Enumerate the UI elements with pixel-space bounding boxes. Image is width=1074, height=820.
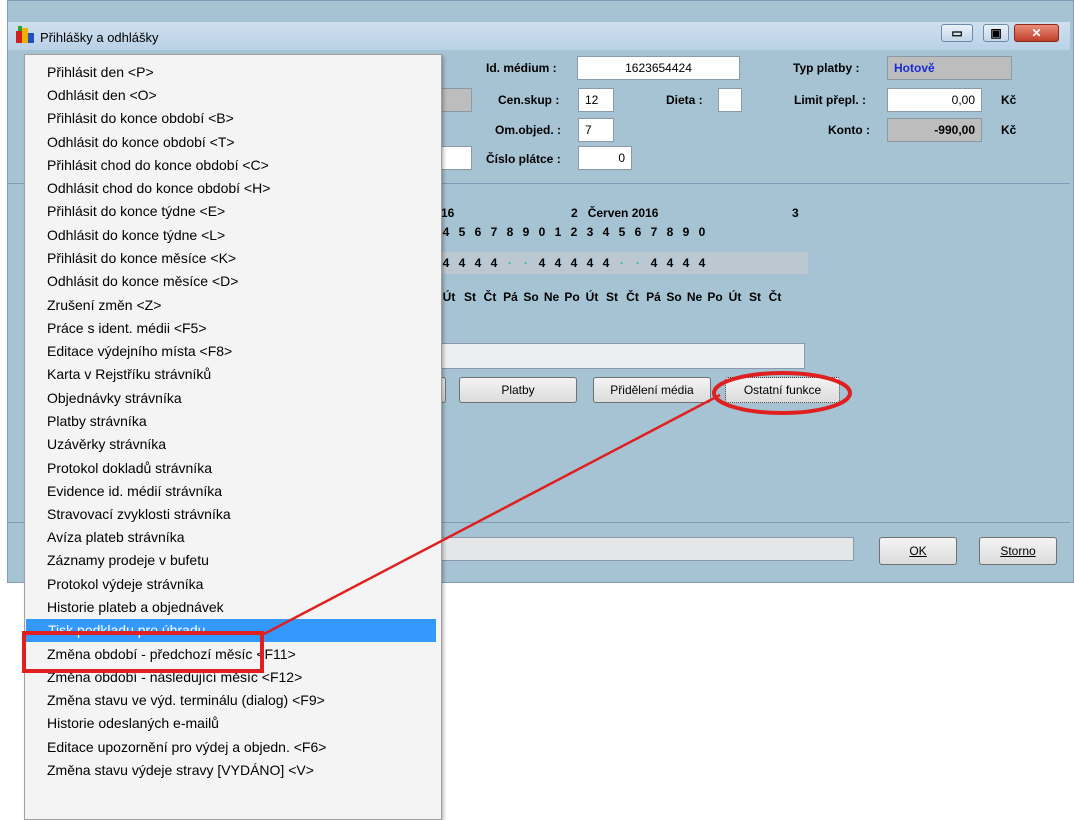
typ-platby-field[interactable]: Hotově — [887, 56, 1012, 80]
menu-item[interactable]: Karta v Rejstříku strávníků — [25, 363, 441, 386]
cislo-platce-label: Číslo plátce : — [486, 152, 561, 166]
calendar-header-row: 16 — [441, 206, 454, 220]
dieta-label: Dieta : — [666, 93, 703, 107]
menu-item[interactable]: Editace výdejního místa <F8> — [25, 340, 441, 363]
partial-field — [438, 88, 472, 112]
id-medium-label: Id. médium : — [486, 61, 557, 75]
menu-item[interactable]: Platby strávníka — [25, 410, 441, 433]
om-objed-field[interactable]: 7 — [578, 118, 614, 142]
menu-item[interactable]: Avíza plateb strávníka — [25, 526, 441, 549]
konto-unit: Kč — [1001, 123, 1017, 137]
om-objed-label: Om.objed. : — [495, 123, 561, 137]
menu-item[interactable]: Protokol výdeje strávníka — [25, 573, 441, 596]
menu-item[interactable]: Editace upozornění pro výdej a objedn. <… — [25, 736, 441, 759]
menu-item[interactable]: Přihlásit den <P> — [25, 61, 441, 84]
window-title: Přihlášky a odhlášky — [40, 30, 159, 45]
calendar-month-prev-suffix: 16 — [441, 206, 455, 220]
menu-item[interactable]: Odhlásit do konce měsíce <D> — [25, 270, 441, 293]
dieta-field[interactable] — [718, 88, 742, 112]
ok-label: OK — [909, 544, 927, 558]
maximize-button[interactable]: ▣ — [983, 24, 1009, 42]
menu-item[interactable]: Přihlásit do konce měsíce <K> — [25, 247, 441, 270]
menu-item[interactable]: Tisk podkladu pro úhradu — [26, 619, 436, 642]
id-medium-field[interactable]: 1623654424 — [577, 56, 740, 80]
menu-item[interactable]: Odhlásit do konce období <T> — [25, 131, 441, 154]
minimize-button[interactable]: ▭ — [941, 24, 973, 42]
menu-item[interactable]: Protokol dokladů strávníka — [25, 457, 441, 480]
ok-button[interactable]: OK — [879, 537, 957, 565]
status-field — [438, 537, 854, 561]
limit-preplaceni-label: Limit přepl. : — [794, 93, 866, 107]
menu-item[interactable]: Objednávky strávníka — [25, 387, 441, 410]
menu-item[interactable]: Odhlásit chod do konce období <H> — [25, 177, 441, 200]
typ-platby-label: Typ platby : — [793, 61, 860, 75]
close-icon: ✕ — [1031, 26, 1042, 40]
menu-item[interactable]: Přihlásit do konce období <B> — [25, 107, 441, 130]
menu-item[interactable]: Změna období - předchozí měsíc <F11> — [25, 643, 441, 666]
menu-item[interactable]: Stravovací zvyklosti strávníka — [25, 503, 441, 526]
close-button[interactable]: ✕ — [1014, 24, 1059, 42]
menu-item[interactable]: Záznamy prodeje v bufetu — [25, 549, 441, 572]
konto-label: Konto : — [828, 123, 870, 137]
app-icon — [15, 25, 35, 45]
ostatni-funkce-button[interactable]: Ostatní funkce — [725, 377, 840, 403]
konto-field: -990,00 — [887, 118, 982, 142]
context-menu: Přihlásit den <P> Odhlásit den <O> Přihlás… — [24, 54, 442, 820]
month-name: Červen 2016 — [587, 206, 659, 220]
calendar-tens-3: 3 — [792, 206, 799, 220]
cen-skup-field[interactable]: 12 — [578, 88, 614, 112]
title-bar[interactable] — [8, 22, 1070, 50]
calendar-weekdays: Út St Čt Pá So Ne Po Út St Čt Pá So Ne Po Út St Čt — [442, 290, 782, 304]
limit-preplaceni-field[interactable]: 0,00 — [887, 88, 982, 112]
prideleni-media-button[interactable]: Přidělení média — [593, 377, 711, 403]
menu-item[interactable]: Změna období - následující měsíc <F12> — [25, 666, 441, 689]
menu-item[interactable]: Historie odeslaných e-mailů — [25, 712, 441, 735]
calendar-day-numbers: 45678901234567890 — [442, 225, 706, 239]
cislo-platce-field[interactable]: 0 — [578, 146, 632, 170]
menu-item[interactable]: Změna stavu ve výd. terminálu (dialog) <… — [25, 689, 441, 712]
calendar-month-label: 2 Červen 2016 — [571, 206, 659, 220]
minimize-icon: ▭ — [951, 26, 963, 40]
limit-unit: Kč — [1001, 93, 1017, 107]
maximize-icon: ▣ — [990, 26, 1002, 40]
storno-label: Storno — [1000, 544, 1036, 558]
partial-field-2 — [438, 146, 472, 170]
menu-item[interactable]: Historie plateb a objednávek — [25, 596, 441, 619]
menu-item[interactable]: Odhlásit do konce týdne <L> — [25, 224, 441, 247]
menu-item[interactable]: Evidence id. médií strávníka — [25, 480, 441, 503]
menu-item[interactable]: Přihlásit chod do konce období <C> — [25, 154, 441, 177]
menu-item[interactable]: Zrušení změn <Z> — [25, 294, 441, 317]
cen-skup-label: Cen.skup : — [498, 93, 560, 107]
menu-item[interactable]: Odhlásit den <O> — [25, 84, 441, 107]
menu-item[interactable]: Uzávěrky strávníka — [25, 433, 441, 456]
menu-item[interactable]: Změna stavu výdeje stravy [VYDÁNO] <V> — [25, 759, 441, 782]
menu-item[interactable]: Práce s ident. médii <F5> — [25, 317, 441, 340]
calendar-values-row[interactable]: 4 4 4 4 · · 4 4 4 4 4 · · 4 4 4 4 — [438, 252, 808, 274]
platby-button[interactable]: Platby — [459, 377, 577, 403]
note-field[interactable] — [438, 343, 805, 369]
storno-button[interactable]: Storno — [979, 537, 1057, 565]
menu-item[interactable]: Přihlásit do konce týdne <E> — [25, 200, 441, 223]
